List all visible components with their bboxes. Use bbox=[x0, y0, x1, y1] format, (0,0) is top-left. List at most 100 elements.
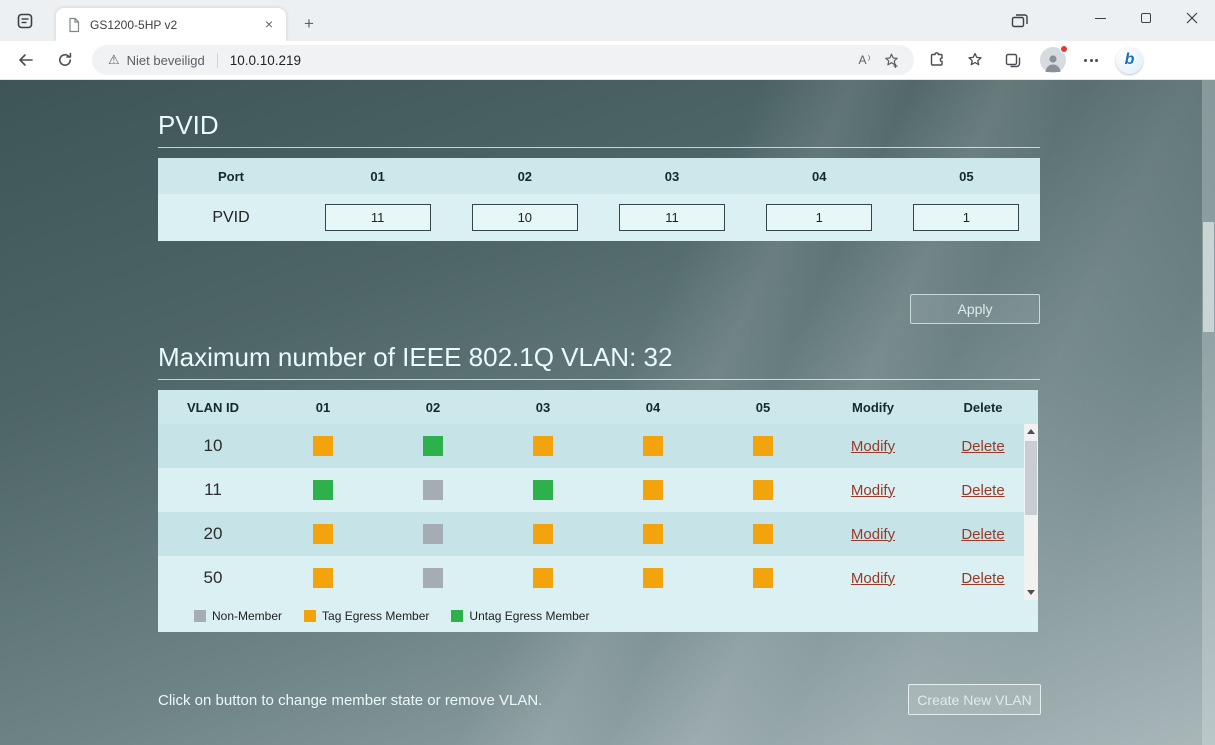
vlan-header-03: 03 bbox=[535, 399, 551, 415]
member-toggle[interactable] bbox=[313, 568, 333, 588]
vlan-header-delete: Delete bbox=[963, 399, 1003, 415]
tab-title: GS1200-5HP v2 bbox=[90, 17, 178, 32]
pvid-header-02: 02 bbox=[517, 168, 533, 184]
browser-toolbar: ⚠ Niet beveiligd 10.0.10.219 A⁾ b bbox=[0, 41, 1215, 80]
member-toggle[interactable] bbox=[533, 480, 553, 500]
pvid-table-header: Port 01 02 03 04 05 bbox=[158, 158, 1040, 194]
member-toggle[interactable] bbox=[643, 568, 663, 588]
close-button[interactable] bbox=[1169, 0, 1215, 36]
pvid-section-title: PVID bbox=[158, 110, 1040, 148]
member-toggle[interactable] bbox=[643, 480, 663, 500]
scroll-down-icon[interactable] bbox=[1024, 585, 1038, 600]
vlan-section-title: Maximum number of IEEE 802.1Q VLAN: 32 bbox=[158, 342, 1040, 380]
pvid-input-port5[interactable] bbox=[913, 204, 1020, 231]
table-scrollbar-thumb[interactable] bbox=[1025, 441, 1037, 515]
vlan-header-05: 05 bbox=[755, 399, 771, 415]
title-bar: GS1200-5HP v2 × + bbox=[0, 0, 1215, 41]
member-toggle[interactable] bbox=[753, 480, 773, 500]
modify-link[interactable]: Modify bbox=[851, 482, 895, 499]
delete-link[interactable]: Delete bbox=[961, 526, 1004, 543]
vlan-header-modify: Modify bbox=[852, 399, 894, 415]
page-scrollbar-thumb[interactable] bbox=[1203, 222, 1214, 332]
table-row: 50 Modify Delete bbox=[158, 556, 1038, 600]
member-toggle[interactable] bbox=[423, 568, 443, 588]
modify-link[interactable]: Modify bbox=[851, 526, 895, 543]
vlan-table: VLAN ID 01 02 03 04 05 Modify Delete 10 … bbox=[158, 390, 1038, 632]
refresh-icon[interactable] bbox=[50, 45, 80, 75]
member-toggle[interactable] bbox=[313, 480, 333, 500]
member-toggle[interactable] bbox=[753, 436, 773, 456]
vlan-table-header: VLAN ID 01 02 03 04 05 Modify Delete bbox=[158, 390, 1038, 424]
back-icon[interactable] bbox=[10, 45, 40, 75]
url-text[interactable]: 10.0.10.219 bbox=[230, 53, 852, 68]
tab-actions-icon[interactable] bbox=[14, 10, 36, 32]
pvid-row-label: PVID bbox=[212, 208, 250, 226]
delete-link[interactable]: Delete bbox=[961, 482, 1004, 499]
hint-text: Click on button to change member state o… bbox=[158, 692, 543, 709]
vlan-header-04: 04 bbox=[645, 399, 661, 415]
pvid-input-port4[interactable] bbox=[766, 204, 873, 231]
apply-button[interactable]: Apply bbox=[910, 294, 1040, 324]
untag-member-swatch bbox=[451, 610, 464, 622]
new-tab-button[interactable]: + bbox=[296, 12, 322, 36]
legend-item: Non-Member bbox=[194, 609, 282, 623]
delete-link[interactable]: Delete bbox=[961, 438, 1004, 455]
pvid-header-01: 01 bbox=[370, 168, 385, 184]
pvid-input-port1[interactable] bbox=[324, 204, 431, 231]
non-member-swatch bbox=[194, 610, 206, 622]
scroll-up-icon[interactable] bbox=[1024, 424, 1038, 439]
vlan-id: 20 bbox=[203, 524, 223, 543]
modify-link[interactable]: Modify bbox=[851, 438, 895, 455]
browser-window: GS1200-5HP v2 × + ⚠ Niet beveiligd 10.0.… bbox=[0, 0, 1215, 745]
create-new-vlan-button[interactable]: Create New VLAN bbox=[908, 684, 1041, 715]
pvid-input-port3[interactable] bbox=[619, 204, 725, 231]
pvid-header-port: Port bbox=[218, 168, 244, 184]
table-scrollbar[interactable] bbox=[1024, 424, 1038, 600]
member-toggle[interactable] bbox=[643, 436, 663, 456]
member-toggle[interactable] bbox=[753, 568, 773, 588]
table-row: 10 Modify Delete bbox=[158, 424, 1038, 468]
favorites-icon[interactable] bbox=[960, 45, 990, 75]
legend-label: Non-Member bbox=[212, 609, 283, 623]
vlan-header-01: 01 bbox=[315, 399, 331, 415]
legend-label: Tag Egress Member bbox=[322, 609, 430, 623]
tab-preview-icon[interactable] bbox=[1007, 10, 1033, 32]
member-toggle[interactable] bbox=[643, 524, 663, 544]
vlan-header-02: 02 bbox=[425, 399, 441, 415]
member-toggle[interactable] bbox=[533, 568, 553, 588]
legend-item: Tag Egress Member bbox=[304, 609, 429, 623]
read-aloud-icon[interactable]: A⁾ bbox=[852, 47, 878, 73]
settings-menu-icon[interactable] bbox=[1076, 45, 1106, 75]
minimize-button[interactable] bbox=[1077, 0, 1123, 36]
address-bar[interactable]: ⚠ Niet beveiligd 10.0.10.219 A⁾ bbox=[92, 45, 914, 75]
bing-discover-icon[interactable]: b bbox=[1116, 46, 1143, 74]
page-icon bbox=[66, 17, 82, 33]
member-toggle[interactable] bbox=[533, 524, 553, 544]
not-secure-warning-icon[interactable]: ⚠ bbox=[108, 52, 120, 68]
add-favorite-icon[interactable] bbox=[878, 47, 904, 73]
profile-avatar[interactable] bbox=[1040, 45, 1068, 73]
maximize-button[interactable] bbox=[1123, 0, 1169, 36]
collections-icon[interactable] bbox=[998, 45, 1028, 75]
member-legend: Non-Member Tag Egress Member Untag Egres… bbox=[158, 600, 1038, 632]
delete-link[interactable]: Delete bbox=[961, 570, 1004, 587]
browser-tab[interactable]: GS1200-5HP v2 × bbox=[56, 8, 286, 41]
table-row: 11 Modify Delete bbox=[158, 468, 1038, 512]
member-toggle[interactable] bbox=[533, 436, 553, 456]
member-toggle[interactable] bbox=[313, 436, 333, 456]
member-toggle[interactable] bbox=[313, 524, 333, 544]
member-toggle[interactable] bbox=[423, 524, 443, 544]
pvid-header-05: 05 bbox=[959, 168, 974, 184]
legend-label: Untag Egress Member bbox=[469, 609, 590, 623]
tag-member-swatch bbox=[304, 610, 317, 622]
page-scrollbar[interactable] bbox=[1202, 80, 1215, 745]
pvid-input-port2[interactable] bbox=[471, 204, 578, 231]
member-toggle[interactable] bbox=[423, 436, 443, 456]
security-label[interactable]: Niet beveiligd bbox=[127, 52, 218, 68]
member-toggle[interactable] bbox=[753, 524, 773, 544]
extensions-icon[interactable] bbox=[922, 45, 952, 75]
tab-close-icon[interactable]: × bbox=[260, 16, 278, 34]
modify-link[interactable]: Modify bbox=[851, 570, 895, 587]
pvid-table-row: PVID bbox=[158, 194, 1040, 241]
member-toggle[interactable] bbox=[423, 480, 443, 500]
